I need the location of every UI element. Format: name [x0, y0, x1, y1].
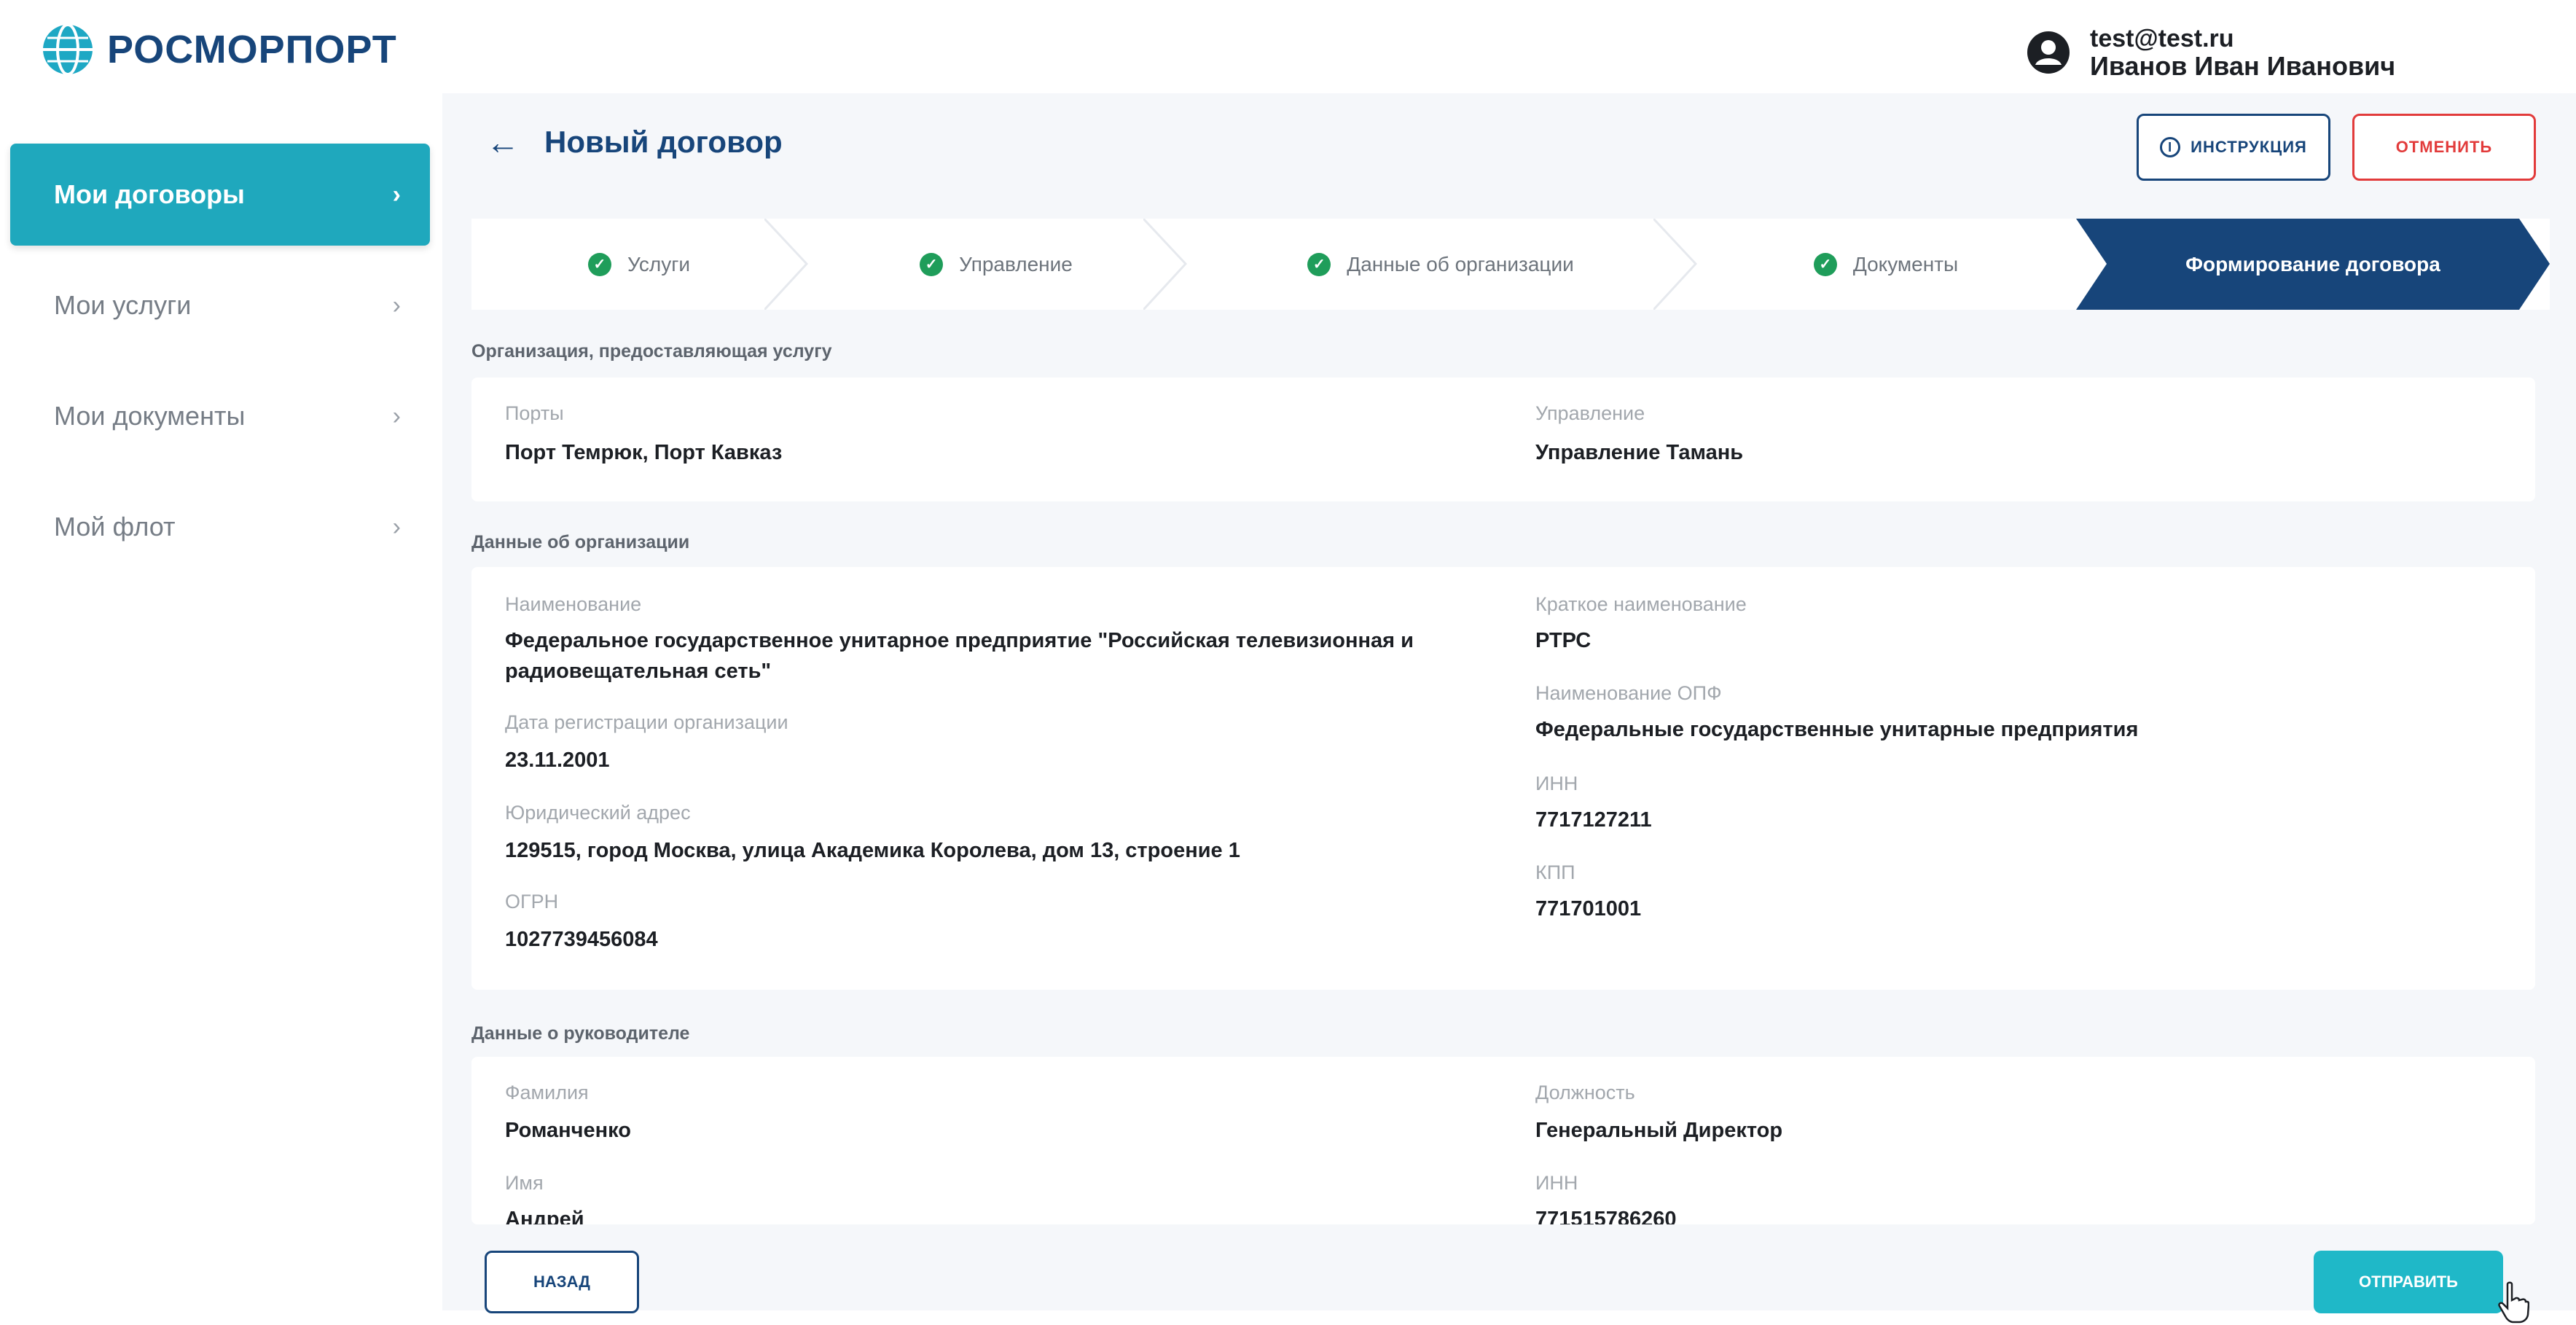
user-name: Иванов Иван Иванович — [2090, 51, 2396, 81]
surname-label: Фамилия — [505, 1082, 589, 1103]
address-label: Юридический адрес — [505, 802, 691, 824]
sidebar-item-label: Мой флот — [54, 512, 176, 542]
chevron-right-icon: › — [392, 180, 401, 208]
cancel-button[interactable]: отменить — [2352, 114, 2536, 181]
instructions-button-label: инструкция — [2191, 138, 2307, 156]
sidebar-item-my-documents[interactable]: Мои документы › — [10, 365, 430, 467]
chevron-right-icon: › — [392, 291, 401, 319]
surname-value: Романченко — [505, 1119, 631, 1142]
org-name-value-line2: радиовещательная сеть" — [505, 660, 772, 683]
address-value: 129515, город Москва, улица Академика Ко… — [505, 839, 1240, 862]
back-arrow-icon[interactable]: ← — [486, 122, 520, 162]
step-organization-data[interactable]: ✓ Данные об организации — [1186, 219, 1697, 310]
first-name-label: Имя — [505, 1172, 544, 1194]
check-circle-icon: ✓ — [920, 252, 944, 276]
organization-card: Наименование Федеральное государственное… — [471, 567, 2535, 990]
progress-stepper: ✓ Услуги ✓ Управление ✓ Данные об органи… — [471, 219, 2550, 310]
hand-cursor-icon — [2498, 1281, 2529, 1324]
short-name-value: РТРС — [1535, 629, 1592, 652]
brand-logo[interactable]: РОСМОРПОРТ — [40, 22, 397, 77]
reg-date-value: 23.11.2001 — [505, 749, 610, 772]
position-label: Должность — [1535, 1082, 1635, 1103]
step-label: Управление — [959, 252, 1073, 275]
position-value: Генеральный Директор — [1535, 1119, 1783, 1142]
user-avatar-icon — [2027, 31, 2070, 74]
opf-value: Федеральные государственные унитарные пр… — [1535, 718, 2139, 741]
sidebar-item-label: Мои документы — [54, 401, 246, 431]
step-management[interactable]: ✓ Управление — [807, 219, 1187, 310]
ports-value: Порт Темрюк, Порт Кавказ — [505, 441, 783, 464]
instructions-button[interactable]: i инструкция — [2137, 114, 2330, 181]
ports-label: Порты — [505, 402, 564, 424]
check-circle-icon: ✓ — [1813, 252, 1837, 276]
kpp-value: 771701001 — [1535, 897, 1642, 921]
step-divider — [1143, 219, 1187, 310]
sidebar-item-my-services[interactable]: Мои услуги › — [10, 254, 430, 356]
chevron-right-icon: › — [392, 512, 401, 541]
provider-card: Порты Порт Темрюк, Порт Кавказ Управлени… — [471, 378, 2535, 501]
sidebar-item-my-fleet[interactable]: Мой флот › — [10, 476, 430, 578]
section-title-organization: Данные об организации — [471, 532, 690, 552]
management-label: Управление — [1535, 402, 1645, 424]
step-label: Услуги — [627, 252, 691, 275]
first-name-value: Андрей — [505, 1208, 584, 1224]
head-inn-value: 771515786260 — [1535, 1208, 1677, 1224]
section-title-provider: Организация, предоставляющая услугу — [471, 341, 832, 361]
sidebar-item-label: Мои услуги — [54, 290, 192, 320]
inn-label: ИНН — [1535, 773, 1578, 794]
step-contract-formation[interactable]: Формирование договора — [2076, 219, 2550, 310]
ogrn-value: 1027739456084 — [505, 928, 658, 951]
inn-value: 7717127211 — [1535, 808, 1652, 832]
kpp-label: КПП — [1535, 861, 1575, 883]
section-title-head: Данные о руководителе — [471, 1023, 690, 1044]
step-label: Формирование договора — [2185, 252, 2440, 275]
org-name-value-line1: Федеральное государственное унитарное пр… — [505, 629, 1414, 652]
sidebar-item-label: Мои договоры — [54, 179, 245, 209]
short-name-label: Краткое наименование — [1535, 593, 1747, 615]
step-label: Документы — [1852, 252, 1959, 275]
brand-name: РОСМОРПОРТ — [107, 28, 397, 71]
back-button[interactable]: назад — [485, 1251, 639, 1313]
org-name-label: Наименование — [505, 593, 642, 615]
step-label: Данные об организации — [1347, 252, 1574, 275]
step-documents[interactable]: ✓ Документы — [1696, 219, 2076, 310]
step-divider — [1653, 219, 1697, 310]
back-button-label: назад — [533, 1273, 590, 1291]
step-services[interactable]: ✓ Услуги — [471, 219, 808, 310]
ogrn-label: ОГРН — [505, 891, 559, 912]
head-card: Фамилия Романченко Имя Андрей Должность … — [471, 1057, 2535, 1224]
user-menu[interactable]: test@test.ru Иванов Иван Иванович — [2026, 25, 2395, 80]
send-button-label: отправить — [2359, 1273, 2458, 1291]
page-title: Новый договор — [544, 125, 783, 159]
head-inn-label: ИНН — [1535, 1172, 1578, 1194]
check-circle-icon: ✓ — [1307, 252, 1331, 276]
page-header: ← Новый договор — [486, 122, 783, 162]
globe-anchor-icon — [43, 23, 93, 76]
reg-date-label: Дата регистрации организации — [505, 711, 788, 733]
step-divider — [764, 219, 808, 310]
management-value: Управление Тамань — [1535, 441, 1744, 464]
sidebar: Мои договоры › Мои услуги › Мои документ… — [0, 142, 437, 578]
main-content: ← Новый договор i инструкция отменить ✓ … — [442, 93, 2576, 1324]
sidebar-item-my-contracts[interactable]: Мои договоры › — [10, 144, 430, 246]
user-email: test@test.ru — [2090, 25, 2234, 52]
chevron-right-icon: › — [392, 402, 401, 430]
check-circle-icon: ✓ — [587, 252, 611, 276]
send-button[interactable]: отправить — [2314, 1251, 2503, 1313]
cancel-button-label: отменить — [2395, 138, 2493, 156]
opf-label: Наименование ОПФ — [1535, 682, 1722, 704]
info-icon: i — [2160, 137, 2181, 157]
